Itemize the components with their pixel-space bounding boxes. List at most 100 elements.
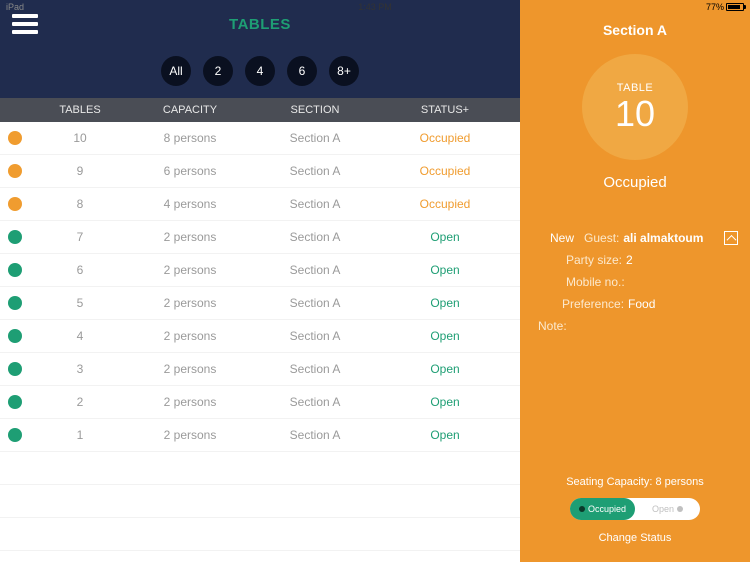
cell-capacity: 4 persons: [130, 197, 250, 211]
page-title: TABLES: [229, 16, 291, 33]
tables-list-panel: TABLES All 2 4 6 8+ TABLES CAPACITY SECT…: [0, 0, 520, 562]
cell-capacity: 2 persons: [130, 263, 250, 277]
capacity-filter-bar: All 2 4 6 8+: [0, 48, 520, 98]
seating-capacity: Seating Capacity: 8 persons: [520, 476, 750, 488]
cell-section: Section A: [250, 230, 380, 244]
cell-section: Section A: [250, 329, 380, 343]
cell-table-number: 10: [30, 131, 130, 145]
toggle-open-option[interactable]: Open: [635, 504, 700, 514]
cell-table-number: 5: [30, 296, 130, 310]
device-status-bar: iPad 1:43 PM 77%: [0, 0, 750, 14]
toggle-open-label: Open: [652, 504, 674, 514]
table-header-row: TABLES CAPACITY SECTION STATUS+: [0, 98, 520, 122]
table-row[interactable]: 9 6 persons Section A Occupied: [0, 155, 520, 188]
cell-status: Occupied: [380, 131, 510, 145]
cell-section: Section A: [250, 263, 380, 277]
cell-section: Section A: [250, 395, 380, 409]
table-row[interactable]: 10 8 persons Section A Occupied: [0, 122, 520, 155]
table-row[interactable]: 5 2 persons Section A Open: [0, 287, 520, 320]
table-row[interactable]: 6 2 persons Section A Open: [0, 254, 520, 287]
cell-table-number: 1: [30, 428, 130, 442]
battery-percent: 77%: [706, 2, 724, 12]
cell-table-number: 7: [30, 230, 130, 244]
cell-capacity: 2 persons: [130, 329, 250, 343]
empty-row: [0, 452, 520, 485]
radio-dot-icon: [579, 506, 585, 512]
col-header-tables: TABLES: [30, 104, 130, 116]
status-dot-icon: [8, 263, 22, 277]
cell-capacity: 2 persons: [130, 428, 250, 442]
status-toggle[interactable]: Occupied Open: [570, 498, 700, 520]
cell-table-number: 6: [30, 263, 130, 277]
filter-6[interactable]: 6: [287, 56, 317, 86]
status-dot-icon: [8, 131, 22, 145]
detail-section-title: Section A: [520, 14, 750, 54]
status-dot-icon: [8, 329, 22, 343]
filter-all[interactable]: All: [161, 56, 191, 86]
mobile-label: Mobile no.:: [566, 275, 625, 289]
table-row[interactable]: 3 2 persons Section A Open: [0, 353, 520, 386]
menu-icon[interactable]: [12, 14, 38, 34]
cell-capacity: 2 persons: [130, 362, 250, 376]
preference-value: Food: [628, 297, 655, 311]
battery-status: 77%: [706, 2, 744, 12]
col-header-status[interactable]: STATUS+: [380, 104, 510, 116]
empty-row: [0, 485, 520, 518]
toggle-occupied-option[interactable]: Occupied: [570, 498, 635, 520]
seating-value: 8 persons: [655, 476, 703, 488]
preference-label: Preference:: [562, 297, 624, 311]
status-dot-icon: [8, 362, 22, 376]
cell-table-number: 3: [30, 362, 130, 376]
filter-2[interactable]: 2: [203, 56, 233, 86]
cell-section: Section A: [250, 164, 380, 178]
cell-status: Open: [380, 428, 510, 442]
battery-icon: [726, 3, 744, 11]
edit-icon[interactable]: [724, 231, 738, 245]
table-row[interactable]: 8 4 persons Section A Occupied: [0, 188, 520, 221]
cell-table-number: 8: [30, 197, 130, 211]
table-body[interactable]: 10 8 persons Section A Occupied 9 6 pers…: [0, 122, 520, 562]
table-row[interactable]: 4 2 persons Section A Open: [0, 320, 520, 353]
filter-8plus[interactable]: 8+: [329, 56, 359, 86]
note-label: Note:: [538, 319, 567, 333]
table-row[interactable]: 1 2 persons Section A Open: [0, 419, 520, 452]
status-dot-icon: [8, 395, 22, 409]
table-row[interactable]: 2 2 persons Section A Open: [0, 386, 520, 419]
status-dot-icon: [8, 296, 22, 310]
cell-capacity: 6 persons: [130, 164, 250, 178]
carrier-label: iPad: [6, 2, 24, 12]
status-dot-icon: [8, 230, 22, 244]
table-circle: TABLE 10: [582, 54, 688, 160]
seating-label: Seating Capacity:: [566, 476, 652, 488]
filter-4[interactable]: 4: [245, 56, 275, 86]
cell-status: Open: [380, 296, 510, 310]
col-header-section: SECTION: [250, 104, 380, 116]
cell-capacity: 2 persons: [130, 230, 250, 244]
status-dot-icon: [8, 428, 22, 442]
toggle-occupied-label: Occupied: [588, 504, 626, 514]
table-row[interactable]: 7 2 persons Section A Open: [0, 221, 520, 254]
detail-status-text: Occupied: [520, 174, 750, 191]
cell-status: Occupied: [380, 164, 510, 178]
cell-section: Section A: [250, 197, 380, 211]
cell-section: Section A: [250, 362, 380, 376]
cell-section: Section A: [250, 131, 380, 145]
cell-table-number: 9: [30, 164, 130, 178]
time-label: 1:43 PM: [358, 2, 392, 12]
cell-table-number: 2: [30, 395, 130, 409]
empty-row: [0, 518, 520, 551]
cell-capacity: 2 persons: [130, 296, 250, 310]
cell-section: Section A: [250, 428, 380, 442]
party-size-label: Party size:: [566, 253, 622, 267]
cell-table-number: 4: [30, 329, 130, 343]
new-label: New: [550, 231, 574, 245]
table-detail-panel: Section A TABLE 10 Occupied New Guest: a…: [520, 0, 750, 562]
status-dot-icon: [8, 197, 22, 211]
party-size-value: 2: [626, 253, 633, 267]
cell-status: Open: [380, 263, 510, 277]
cell-status: Open: [380, 329, 510, 343]
bottom-controls: Seating Capacity: 8 persons Occupied Ope…: [520, 476, 750, 544]
guest-name: ali almaktoum: [623, 231, 703, 245]
guest-details: New Guest: ali almaktoum Party size: 2 M…: [520, 231, 750, 341]
col-header-capacity: CAPACITY: [130, 104, 250, 116]
